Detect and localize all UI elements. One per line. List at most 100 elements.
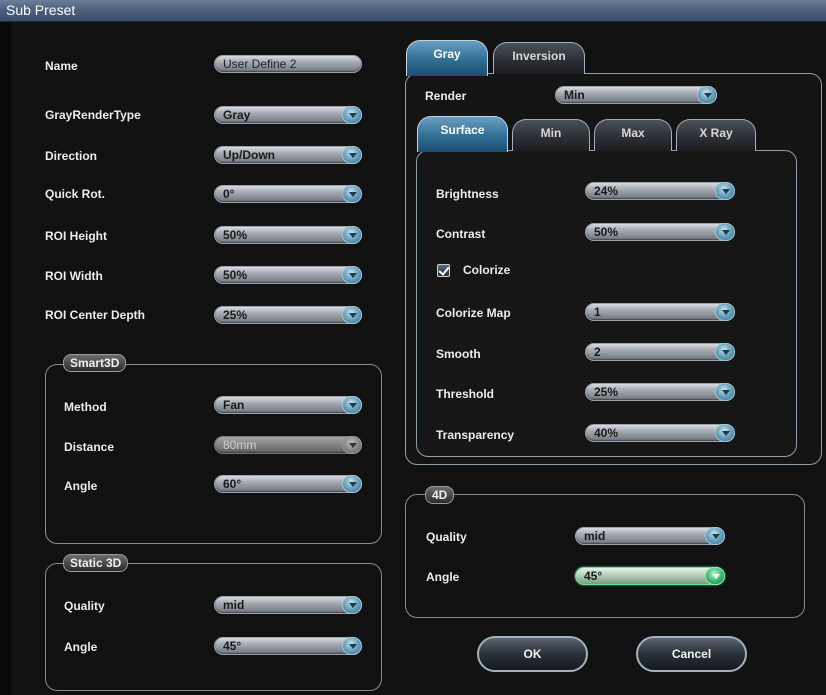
smart3d-title: Smart3D [63,354,127,372]
chevron-down-icon[interactable] [342,185,362,203]
chevron-down-icon[interactable] [715,303,735,321]
window-title: Sub Preset [6,2,76,18]
fourd-title: 4D [425,486,455,504]
gray-render-type-label: GrayRenderType [45,108,141,122]
fourd-quality-dropdown[interactable]: mid [575,527,725,545]
cancel-button-label: Cancel [671,647,712,661]
smooth-dropdown[interactable]: 2 [585,343,735,361]
roi-center-depth-dropdown[interactable]: 25% [214,306,362,324]
chevron-down-icon[interactable] [342,226,362,244]
smart3d-angle-dropdown[interactable]: 60° [214,475,362,493]
roi-height-dropdown[interactable]: 50% [214,226,362,244]
static3d-quality-dropdown[interactable]: mid [214,596,362,614]
transparency-dropdown[interactable]: 40% [585,424,735,442]
roi-center-depth-label: ROI Center Depth [45,308,146,322]
quick-rot-dropdown[interactable]: 0° [214,185,362,203]
method-value: Fan [223,398,245,412]
fourd-angle-dropdown[interactable]: 45° [575,567,725,585]
render-dropdown[interactable]: Min [555,86,717,104]
static3d-title: Static 3D [63,554,129,572]
colorize-map-value: 1 [594,305,601,319]
smooth-label: Smooth [436,347,481,361]
smart3d-angle-label: Angle [64,479,98,493]
chevron-down-icon[interactable] [342,146,362,164]
chevron-down-icon[interactable] [342,596,362,614]
colorize-map-dropdown[interactable]: 1 [585,303,735,321]
tab-min[interactable]: Min [512,119,590,151]
name-input[interactable]: User Define 2 [214,55,362,73]
quick-rot-label: Quick Rot. [45,187,106,201]
static3d-angle-label: Angle [64,640,98,654]
fourd-group [405,494,805,618]
method-dropdown[interactable]: Fan [214,396,362,414]
chevron-down-icon[interactable] [342,106,362,124]
smooth-value: 2 [594,345,601,359]
chevron-down-icon[interactable] [715,424,735,442]
roi-width-dropdown[interactable]: 50% [214,266,362,284]
static3d-group [45,563,382,691]
distance-value: 80mm [223,438,257,452]
tab-xray[interactable]: X Ray [676,119,756,151]
tab-max[interactable]: Max [594,119,672,151]
fourd-angle-value: 45° [584,569,603,583]
fourd-quality-label: Quality [426,530,467,544]
ok-button[interactable]: OK [477,636,588,672]
threshold-dropdown[interactable]: 25% [585,383,735,401]
render-label: Render [425,89,467,103]
chevron-down-icon[interactable] [715,182,735,200]
method-label: Method [64,400,107,414]
name-label: Name [45,59,78,73]
chevron-down-icon [342,436,362,454]
contrast-dropdown[interactable]: 50% [585,223,735,241]
tab-inversion[interactable]: Inversion [493,42,585,74]
fourd-quality-value: mid [584,529,606,543]
chevron-down-icon[interactable] [715,223,735,241]
brightness-label: Brightness [436,187,499,201]
static3d-quality-label: Quality [64,599,105,613]
cancel-button[interactable]: Cancel [636,636,747,672]
tab-min-label: Min [540,126,562,140]
chevron-down-icon[interactable] [715,343,735,361]
contrast-value: 50% [594,225,619,239]
tab-max-label: Max [621,126,645,140]
fourd-angle-label: Angle [426,570,460,584]
smart3d-group [45,364,382,544]
chevron-down-icon[interactable] [342,266,362,284]
distance-label: Distance [64,440,115,454]
distance-dropdown: 80mm [214,436,362,454]
roi-height-value: 50% [223,228,248,242]
roi-height-label: ROI Height [45,229,107,243]
chevron-down-icon[interactable] [342,306,362,324]
brightness-value: 24% [594,184,619,198]
threshold-value: 25% [594,385,619,399]
chevron-down-icon[interactable] [697,86,717,104]
static3d-angle-dropdown[interactable]: 45° [214,637,362,655]
tab-gray[interactable]: Gray [406,40,488,76]
transparency-value: 40% [594,426,619,440]
chevron-down-icon[interactable] [705,527,725,545]
gray-render-type-dropdown[interactable]: Gray [214,106,362,124]
colorize-map-label: Colorize Map [436,306,511,320]
tab-surface[interactable]: Surface [417,116,508,152]
ok-button-label: OK [523,647,542,661]
chevron-down-icon[interactable] [342,475,362,493]
sub-preset-dialog: Sub Preset Name User Define 2 GrayRender… [0,0,826,695]
tab-gray-label: Gray [433,47,461,61]
direction-dropdown[interactable]: Up/Down [214,146,362,164]
chevron-down-icon[interactable] [705,567,725,585]
roi-width-value: 50% [223,268,248,282]
roi-center-depth-value: 25% [223,308,248,322]
chevron-down-icon[interactable] [715,383,735,401]
gray-render-type-value: Gray [223,108,251,122]
chevron-down-icon[interactable] [342,396,362,414]
colorize-checkbox[interactable] [437,264,450,277]
chevron-down-icon[interactable] [342,637,362,655]
title-bar[interactable]: Sub Preset [0,0,826,22]
quick-rot-value: 0° [223,187,235,201]
threshold-label: Threshold [436,387,495,401]
tab-inversion-label: Inversion [512,49,566,63]
smart3d-angle-value: 60° [223,477,242,491]
direction-label: Direction [45,149,98,163]
roi-width-label: ROI Width [45,269,103,283]
brightness-dropdown[interactable]: 24% [585,182,735,200]
